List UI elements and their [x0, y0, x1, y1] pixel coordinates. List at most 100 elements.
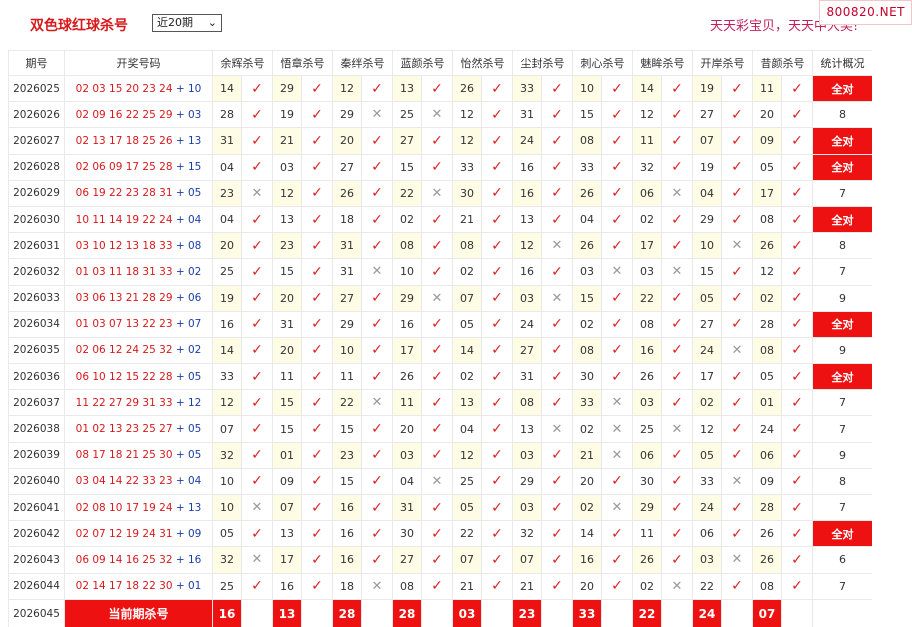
kill-number: 27: [692, 310, 722, 338]
check-icon: ✓: [551, 185, 563, 202]
check-icon: ✓: [491, 290, 503, 307]
cross-icon: ✕: [551, 290, 563, 306]
check-icon: ✓: [311, 237, 323, 254]
period-select[interactable]: 近20期 ⌄: [152, 14, 222, 32]
result-correct: ✓: [601, 153, 633, 181]
blue-ball: 09: [187, 527, 202, 540]
result-correct: ✓: [601, 101, 633, 129]
result-correct: ✓: [721, 310, 753, 338]
kill-number: 20: [272, 336, 302, 365]
current-issue-number: 2026045: [8, 598, 65, 627]
check-icon: ✓: [731, 185, 743, 202]
check-icon: ✓: [251, 263, 263, 280]
kill-number: 08: [752, 205, 782, 234]
result-correct: ✓: [481, 441, 513, 469]
check-icon: ✓: [431, 342, 443, 359]
kill-number: 22: [452, 520, 482, 548]
blue-ball: 13: [187, 501, 202, 514]
kill-number: 05: [692, 441, 722, 469]
result-correct: ✓: [601, 336, 633, 365]
result-correct: ✓: [661, 205, 693, 234]
result-correct: ✓: [301, 415, 333, 443]
result-correct: ✓: [301, 232, 333, 260]
red-balls: 10 11 14 19 22 24: [75, 213, 173, 226]
check-icon: ✓: [251, 106, 263, 123]
result-correct: ✓: [781, 284, 813, 312]
result-correct: ✓: [241, 101, 273, 129]
check-icon: ✓: [431, 368, 443, 385]
table-row: 2026043 06 09 14 16 25 32 + 16 32 ✕ 17 ✓ 16 ✓ 27…: [8, 546, 872, 574]
plus-sign: +: [172, 134, 188, 147]
check-icon: ✓: [791, 578, 803, 595]
check-icon: ✓: [791, 342, 803, 359]
kill-number: 04: [212, 153, 242, 181]
issue-number: 2026037: [8, 389, 65, 417]
check-icon: ✓: [431, 421, 443, 438]
kill-number: 07: [272, 493, 302, 522]
result-correct: ✓: [361, 415, 393, 443]
red-balls: 06 10 12 15 22 28: [75, 370, 173, 383]
column-header: 期号: [8, 50, 65, 76]
plus-sign: +: [172, 187, 188, 200]
result-correct: ✓: [661, 546, 693, 574]
check-icon: ✓: [491, 473, 503, 490]
result-correct: ✓: [721, 520, 753, 548]
check-icon: ✓: [431, 578, 443, 595]
result-correct: ✓: [241, 284, 273, 312]
result-wrong: ✕: [721, 232, 753, 260]
check-icon: ✓: [311, 211, 323, 228]
table-header-row: 期号 开奖号码 余辉杀号 悟章杀号 秦绊杀号 蓝颜杀号 怡然杀号 尘封杀号 刺心杀号 魅眸杀号 开岸…: [8, 50, 872, 76]
kill-number: 01: [272, 441, 302, 469]
kill-number: 26: [632, 546, 662, 574]
check-icon: ✓: [371, 211, 383, 228]
check-icon: ✓: [251, 132, 263, 149]
check-icon: ✓: [251, 473, 263, 490]
result-wrong: ✕: [541, 415, 573, 443]
kill-number: 10: [692, 232, 722, 260]
kill-number: 13: [512, 415, 542, 443]
check-icon: ✓: [551, 316, 563, 333]
result-correct: ✓: [781, 493, 813, 522]
empty-cell: [812, 598, 872, 627]
check-icon: ✓: [431, 551, 443, 568]
check-icon: ✓: [611, 211, 623, 228]
check-icon: ✓: [371, 421, 383, 438]
result-correct: ✓: [781, 205, 813, 234]
result-correct: ✓: [421, 520, 453, 548]
result-correct: ✓: [361, 520, 393, 548]
result-correct: ✓: [661, 74, 693, 103]
check-icon: ✓: [551, 447, 563, 464]
kill-number: 29: [332, 101, 362, 129]
kill-number: 24: [512, 310, 542, 338]
check-icon: ✓: [551, 263, 563, 280]
result-correct: ✓: [241, 336, 273, 365]
check-icon: ✓: [791, 185, 803, 202]
check-icon: ✓: [611, 578, 623, 595]
kill-number: 02: [392, 205, 422, 234]
column-header: 刺心杀号: [572, 50, 633, 76]
issue-number: 2026033: [8, 284, 65, 312]
issue-number: 2026042: [8, 520, 65, 548]
kill-number: 27: [332, 284, 362, 312]
issue-number: 2026034: [8, 310, 65, 338]
result-correct: ✓: [541, 101, 573, 129]
correct-count: 7: [812, 179, 872, 207]
table-row: 2026037 11 22 27 29 31 33 + 12 12 ✓ 15 ✓ 22 ✕ 11…: [8, 389, 872, 417]
table-row: 2026038 01 02 13 23 25 27 + 05 07 ✓ 15 ✓ 15 ✓ 20…: [8, 415, 872, 443]
result-correct: ✓: [301, 310, 333, 338]
check-icon: ✓: [251, 421, 263, 438]
cross-icon: ✕: [551, 421, 563, 437]
all-correct-badge: 全对: [812, 310, 872, 338]
check-icon: ✓: [311, 578, 323, 595]
plus-sign: +: [172, 501, 188, 514]
column-header: 开奖号码: [64, 50, 213, 76]
empty-cell: [421, 598, 453, 627]
kill-number: 05: [752, 153, 782, 181]
kill-number: 29: [512, 467, 542, 496]
kill-number: 20: [272, 284, 302, 312]
kill-number: 30: [392, 520, 422, 548]
kill-number: 08: [752, 336, 782, 365]
all-correct-badge: 全对: [812, 363, 872, 391]
column-header: 昔颜杀号: [752, 50, 813, 76]
check-icon: ✓: [431, 80, 443, 97]
